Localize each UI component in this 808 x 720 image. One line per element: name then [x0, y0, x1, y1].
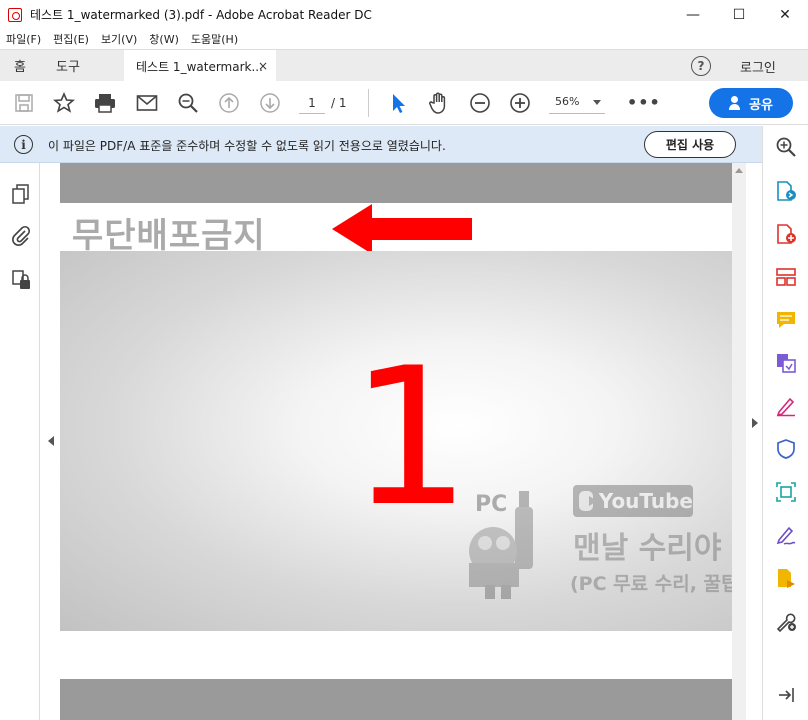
login-button[interactable]: 로그인 [740, 57, 776, 76]
info-message: 이 파일은 PDF/A 표준을 준수하며 수정할 수 없도록 읽기 전용으로 열… [48, 139, 446, 153]
watermark-logo: PC [455, 481, 545, 601]
more-tools-button[interactable]: ••• [627, 93, 661, 112]
page-header-strip: 무단배포금지 [60, 203, 746, 256]
menu-bar: 파일(F) 편집(E) 보기(V) 창(W) 도움말(H) [0, 29, 808, 49]
slide-content: 1 PC YouTube 맨날 수리야 (PC 무료 수리, 꿀팁) [60, 251, 746, 631]
right-tools-panel [762, 126, 808, 720]
right-panel-toggle[interactable] [746, 163, 762, 720]
comment-icon[interactable] [775, 309, 797, 331]
help-icon[interactable]: ? [691, 56, 711, 76]
zoom-in-icon[interactable] [508, 91, 532, 115]
collapse-right-icon [752, 418, 758, 428]
page-footer-strip [60, 631, 746, 679]
tab-home[interactable]: 홈 [14, 50, 26, 81]
collapse-left-icon [48, 436, 54, 446]
protect-icon[interactable] [775, 438, 797, 460]
tab-tools[interactable]: 도구 [56, 50, 80, 81]
menu-window[interactable]: 창(W) [149, 31, 179, 47]
select-cursor-icon[interactable] [386, 91, 410, 115]
menu-edit[interactable]: 편집(E) [53, 31, 89, 47]
request-signature-icon[interactable] [775, 524, 797, 546]
previous-page-icon[interactable] [217, 91, 241, 115]
share-button[interactable]: 공유 [709, 88, 793, 118]
close-tab-icon[interactable]: × [258, 59, 268, 73]
toolbar-separator [368, 89, 369, 117]
watermark-text: 무단배포금지 [72, 216, 266, 256]
window-controls: — ☐ ✕ [670, 0, 808, 29]
zoom-level-select[interactable]: 56% [549, 92, 605, 114]
window-title: 테스트 1_watermarked (3).pdf - Adobe Acroba… [30, 8, 372, 22]
chevron-down-icon [593, 100, 601, 105]
slide-number: 1 [350, 327, 471, 548]
menu-help[interactable]: 도움말(H) [191, 31, 238, 47]
page-total: / 1 [331, 96, 347, 110]
security-icon[interactable] [10, 269, 32, 291]
acrobat-app-icon [8, 7, 22, 22]
toolbar: / 1 56% ••• 공유 [0, 81, 808, 125]
document-view[interactable]: 무단배포금지 1 PC YouTube 맨날 수리야 (PC 무료 수리, 꿀팁… [60, 163, 746, 720]
hand-tool-icon[interactable] [427, 91, 451, 115]
youtube-text: YouTube [598, 489, 693, 513]
watermark-logo-text: PC [475, 492, 507, 517]
vertical-scrollbar[interactable] [732, 163, 746, 720]
more-tools-icon[interactable] [775, 610, 797, 633]
tab-document-label: 테스트 1_watermark... [136, 59, 263, 74]
combine-icon[interactable] [775, 352, 797, 374]
scan-icon[interactable] [775, 481, 797, 503]
channel-name-watermark: 맨날 수리야 [573, 531, 722, 566]
youtube-badge: YouTube [573, 485, 693, 517]
print-icon[interactable] [93, 91, 117, 115]
left-panel-toggle[interactable] [40, 163, 60, 720]
menu-view[interactable]: 보기(V) [101, 31, 137, 47]
fill-sign-icon[interactable] [775, 395, 797, 417]
attachment-icon[interactable] [10, 225, 32, 247]
enable-editing-button[interactable]: 편집 사용 [644, 131, 736, 158]
export-pdf-icon[interactable] [775, 180, 797, 202]
expand-panel-icon[interactable] [775, 684, 797, 706]
tab-bar: 홈 도구 테스트 1_watermark... × ? 로그인 [0, 49, 808, 82]
add-person-icon [729, 96, 743, 110]
save-icon[interactable] [12, 91, 36, 115]
minimize-button[interactable]: — [670, 0, 716, 29]
send-for-review-icon[interactable] [775, 567, 797, 589]
organize-pages-icon[interactable] [775, 266, 797, 288]
info-icon: i [14, 135, 33, 154]
pages-icon[interactable] [10, 183, 32, 205]
channel-sub-watermark: (PC 무료 수리, 꿀팁) [570, 573, 746, 595]
title-bar: 테스트 1_watermarked (3).pdf - Adobe Acroba… [0, 0, 808, 29]
scroll-up-icon[interactable] [735, 168, 743, 173]
page-number-input[interactable] [299, 92, 325, 114]
next-page-icon[interactable] [258, 91, 282, 115]
zoom-out-icon[interactable] [468, 91, 492, 115]
tab-document[interactable]: 테스트 1_watermark... × [124, 50, 276, 82]
close-window-button[interactable]: ✕ [762, 0, 808, 29]
email-icon[interactable] [135, 91, 159, 115]
zoom-level-value: 56% [555, 95, 580, 108]
create-pdf-icon[interactable] [775, 223, 797, 245]
zoom-in-icon[interactable] [775, 136, 797, 158]
menu-file[interactable]: 파일(F) [6, 31, 41, 47]
bookmark-star-icon[interactable] [52, 91, 76, 115]
youtube-play-icon [579, 491, 597, 511]
maximize-button[interactable]: ☐ [716, 0, 762, 29]
pdfa-info-bar: i 이 파일은 PDF/A 표준을 준수하며 수정할 수 없도록 읽기 전용으로… [0, 126, 762, 163]
left-nav-panel [0, 163, 40, 720]
share-label: 공유 [749, 97, 773, 113]
search-zoom-icon[interactable] [176, 91, 200, 115]
